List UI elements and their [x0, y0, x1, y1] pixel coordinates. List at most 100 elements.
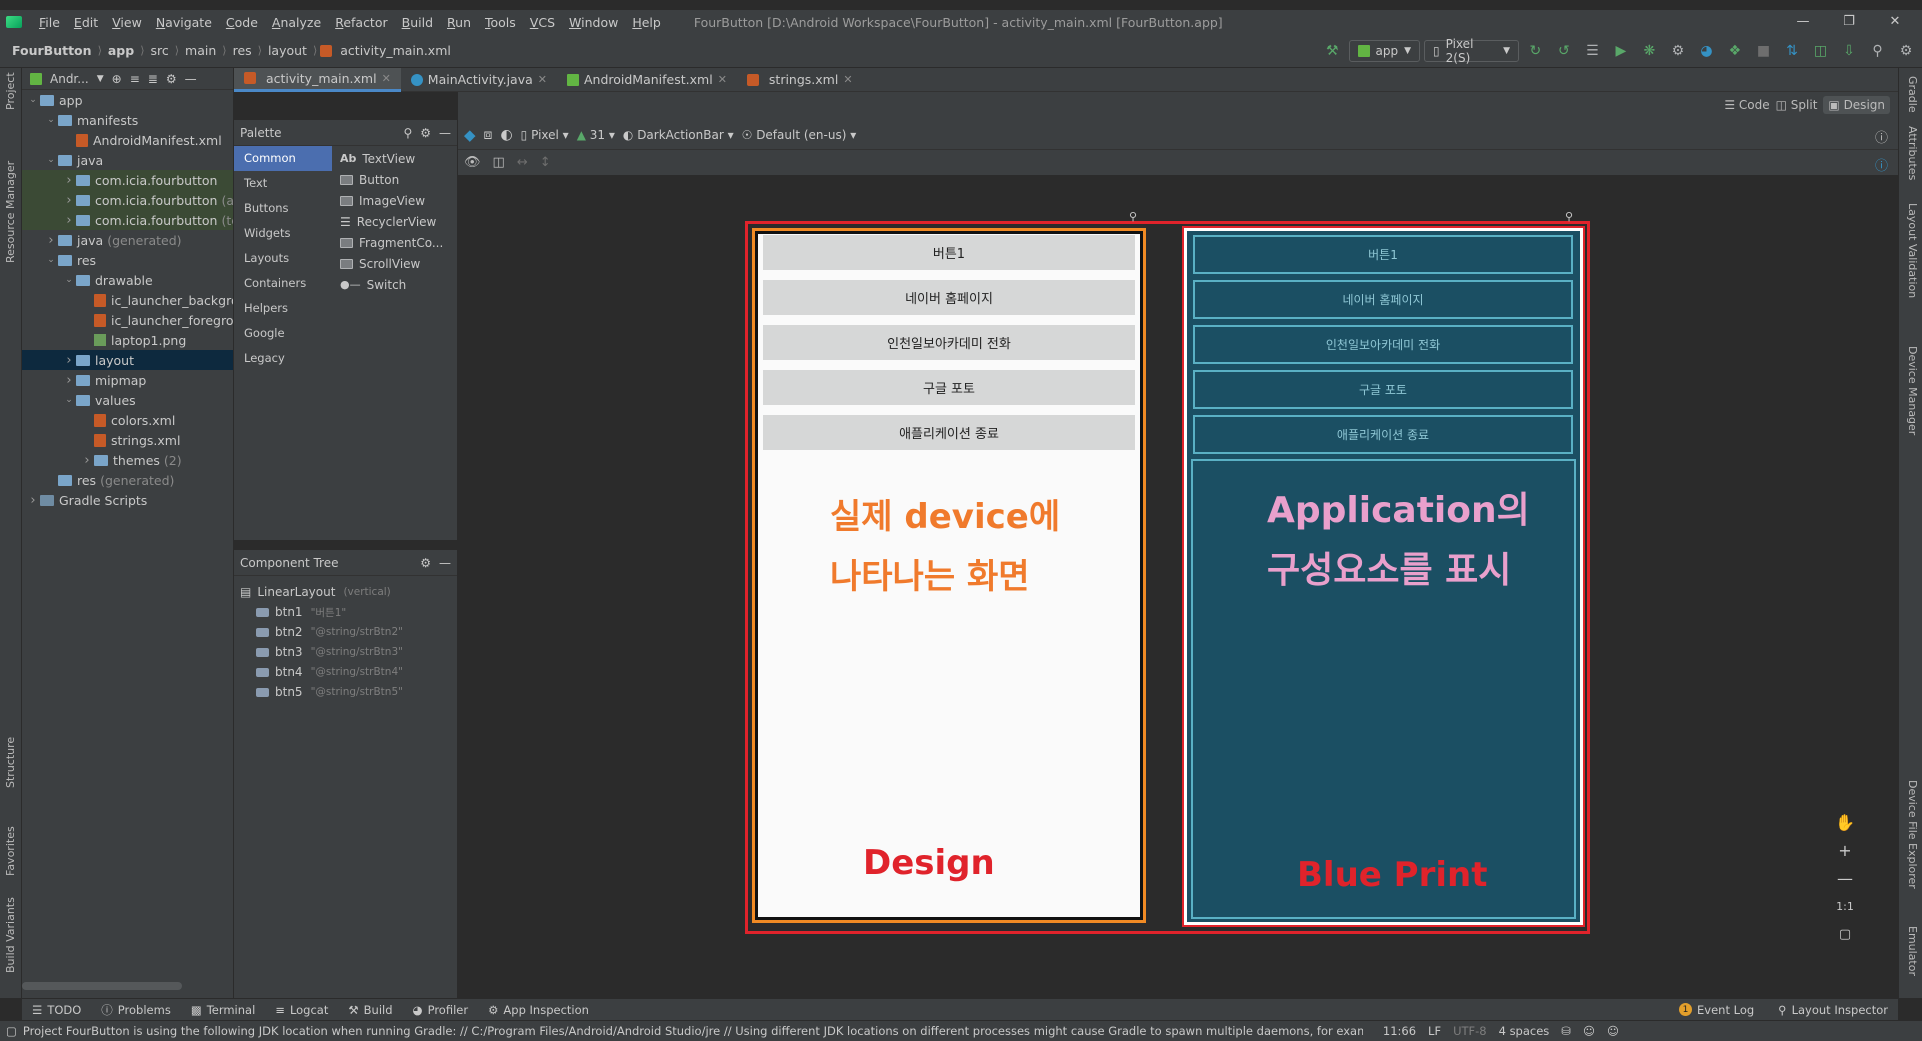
- menu-file[interactable]: File: [32, 15, 67, 30]
- chevron-right-icon[interactable]: ›: [26, 493, 40, 508]
- hide-panel-icon[interactable]: —: [439, 126, 451, 140]
- tab-strings[interactable]: strings.xml ✕: [737, 68, 863, 92]
- tool-layout-validation[interactable]: Layout Validation: [1906, 203, 1919, 298]
- device-dropdown[interactable]: ▯ Pixel 2(S) ▼: [1424, 37, 1520, 65]
- tree-item[interactable]: › com.icia.fourbutton(and: [22, 190, 233, 210]
- settings-gear-icon[interactable]: ⚙: [420, 556, 431, 570]
- menu-code[interactable]: Code: [219, 15, 265, 30]
- palette-category-containers[interactable]: Containers: [234, 271, 332, 296]
- tree-item[interactable]: › com.icia.fourbutton: [22, 170, 233, 190]
- apply-code-changes-icon[interactable]: ↺: [1552, 38, 1577, 64]
- chevron-down-icon[interactable]: ⌄: [44, 155, 58, 165]
- tool-event-log[interactable]: 1 Event Log: [1669, 1003, 1764, 1017]
- locale-selector[interactable]: ☉ Default (en-us) ▾: [742, 128, 857, 142]
- chevron-down-icon[interactable]: ⌄: [26, 95, 40, 105]
- line-separator[interactable]: LF: [1422, 1024, 1447, 1038]
- palette-widget-fragment[interactable]: FragmentCo...: [340, 232, 443, 253]
- menu-window[interactable]: Window: [562, 15, 625, 30]
- tool-problems[interactable]: ⓘ Problems: [91, 1002, 181, 1018]
- run-config-dropdown[interactable]: app ▼: [1348, 40, 1421, 62]
- locate-icon[interactable]: ⊕: [112, 72, 122, 86]
- device-selector[interactable]: ▯ Pixel ▾: [521, 128, 569, 142]
- chevron-down-icon[interactable]: ⌄: [44, 255, 58, 265]
- sync-gradle-icon[interactable]: ⇅: [1780, 38, 1805, 64]
- list-icon[interactable]: ☰: [1580, 38, 1605, 64]
- settings-gear-icon[interactable]: ⚙: [420, 126, 431, 140]
- tool-device-manager[interactable]: Device Manager: [1906, 346, 1919, 435]
- tree-item[interactable]: AndroidManifest.xml: [22, 130, 233, 150]
- zoom-to-fit-icon[interactable]: ▢: [1830, 920, 1860, 948]
- theme-selector[interactable]: ◐ DarkActionBar ▾: [623, 128, 734, 142]
- tree-node-btn3[interactable]: btn3 "@string/strBtn3": [240, 642, 457, 662]
- settings-gear-icon[interactable]: ⚙: [1894, 38, 1919, 64]
- palette-widget-recyclerview[interactable]: ☰ RecyclerView: [340, 211, 443, 232]
- chevron-down-icon[interactable]: ⌄: [62, 275, 76, 285]
- breadcrumb-app[interactable]: app: [105, 43, 137, 58]
- chevron-right-icon[interactable]: ›: [44, 233, 58, 248]
- tool-structure[interactable]: Structure: [4, 737, 17, 788]
- menu-run[interactable]: Run: [440, 15, 478, 30]
- zoom-in-icon[interactable]: +: [1830, 836, 1860, 864]
- blueprint-button-3[interactable]: 인천일보아카데미 전화: [1193, 325, 1573, 364]
- horizontal-scrollbar[interactable]: [22, 982, 182, 990]
- blueprint-button-4[interactable]: 구글 포토: [1193, 370, 1573, 409]
- menu-build[interactable]: Build: [395, 15, 440, 30]
- breadcrumb-main[interactable]: main: [182, 43, 219, 58]
- preview-button-5[interactable]: 애플리케이션 종료: [763, 415, 1135, 450]
- zoom-reset-button[interactable]: 1:1: [1830, 892, 1860, 920]
- api-selector[interactable]: ▲ 31 ▾: [577, 128, 615, 142]
- tree-item[interactable]: › java (generated): [22, 230, 233, 250]
- tool-app-inspection[interactable]: ⚙ App Inspection: [478, 1003, 599, 1017]
- palette-category-text[interactable]: Text: [234, 171, 332, 196]
- preview-button-1[interactable]: 버튼1: [763, 235, 1135, 270]
- palette-widget-imageview[interactable]: ImageView: [340, 190, 443, 211]
- eye-icon[interactable]: 👁: [464, 155, 481, 170]
- tree-node-btn4[interactable]: btn4 "@string/strBtn4": [240, 662, 457, 682]
- split-view-button[interactable]: ◫ Split: [1776, 98, 1818, 112]
- tool-todo[interactable]: ☰ TODO: [22, 1003, 91, 1017]
- minimize-icon[interactable]: —: [1780, 10, 1826, 34]
- face-icon[interactable]: ☺: [1577, 1024, 1601, 1038]
- tree-node-btn1[interactable]: btn1 "버튼1": [240, 602, 457, 622]
- palette-category-google[interactable]: Google: [234, 321, 332, 346]
- menu-refactor[interactable]: Refactor: [328, 15, 394, 30]
- tree-node-linearlayout[interactable]: ▤ LinearLayout (vertical): [240, 582, 457, 602]
- palette-category-widgets[interactable]: Widgets: [234, 221, 332, 246]
- chevron-right-icon[interactable]: ›: [62, 213, 76, 228]
- tool-device-file-explorer[interactable]: Device File Explorer: [1906, 780, 1919, 889]
- tool-resource-manager[interactable]: Resource Manager: [4, 161, 17, 263]
- menu-edit[interactable]: Edit: [67, 15, 105, 30]
- hammer-build-icon[interactable]: ⚒: [1320, 38, 1345, 64]
- preview-button-4[interactable]: 구글 포토: [763, 370, 1135, 405]
- orientation-icon[interactable]: ⧈: [484, 127, 493, 143]
- tree-item[interactable]: strings.xml: [22, 430, 233, 450]
- tree-item[interactable]: ⌄ values: [22, 390, 233, 410]
- settings-gear-icon[interactable]: ⚙: [166, 72, 177, 86]
- stop-icon[interactable]: ■: [1751, 38, 1776, 64]
- menu-navigate[interactable]: Navigate: [149, 15, 219, 30]
- status-message[interactable]: Project FourButton is using the followin…: [23, 1024, 1363, 1038]
- tree-item[interactable]: ⌄ java: [22, 150, 233, 170]
- tool-profiler[interactable]: ◕ Profiler: [403, 1003, 479, 1017]
- status-toggle-icon[interactable]: ▢: [0, 1024, 23, 1038]
- blueprint-toggle-icon[interactable]: ◫: [493, 155, 505, 170]
- tree-node-btn2[interactable]: btn2 "@string/strBtn2": [240, 622, 457, 642]
- chevron-down-icon[interactable]: ⌄: [62, 395, 76, 405]
- profile-icon[interactable]: ◕: [1694, 38, 1719, 64]
- device-manager-icon[interactable]: ◫: [1808, 38, 1833, 64]
- tree-item[interactable]: laptop1.png: [22, 330, 233, 350]
- blueprint-button-1[interactable]: 버튼1: [1193, 235, 1573, 274]
- tree-node-btn5[interactable]: btn5 "@string/strBtn5": [240, 682, 457, 702]
- palette-widget-textview[interactable]: Ab TextView: [340, 148, 443, 169]
- lock-icon[interactable]: ⛁: [1555, 1024, 1577, 1038]
- palette-widget-switch[interactable]: ●— Switch: [340, 274, 443, 295]
- blueprint-button-5[interactable]: 애플리케이션 종료: [1193, 415, 1573, 454]
- design-surface-icon[interactable]: ◆: [464, 126, 476, 144]
- tree-item[interactable]: colors.xml: [22, 410, 233, 430]
- tool-layout-inspector[interactable]: ⚲ Layout Inspector: [1768, 1003, 1898, 1017]
- menu-help[interactable]: Help: [625, 15, 668, 30]
- apply-changes-restart-icon[interactable]: ↻: [1523, 38, 1548, 64]
- palette-category-helpers[interactable]: Helpers: [234, 296, 332, 321]
- tab-activity-main[interactable]: activity_main.xml ✕: [234, 67, 401, 92]
- hide-panel-icon[interactable]: —: [185, 72, 197, 86]
